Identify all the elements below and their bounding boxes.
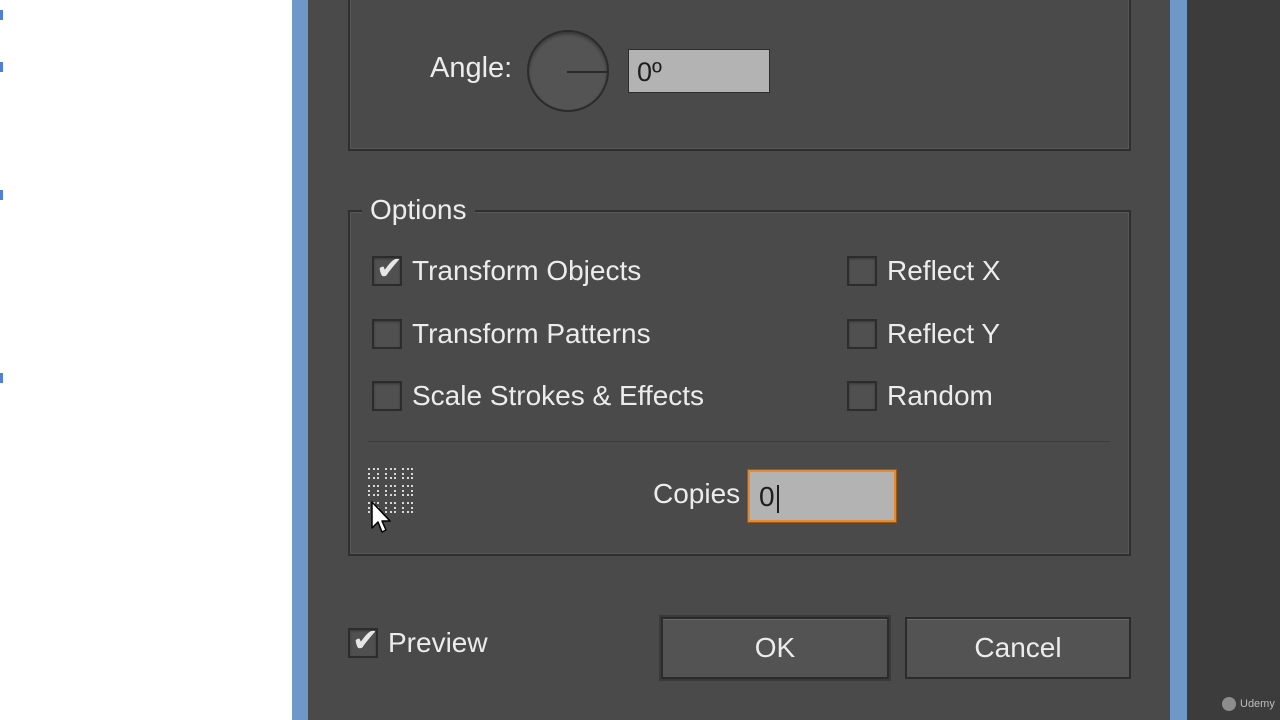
reflect-x-checkbox[interactable] <box>847 256 877 286</box>
angle-input[interactable]: 0º <box>628 49 770 93</box>
checkmark-icon: ✔ <box>352 621 379 659</box>
guide-marker <box>0 10 3 20</box>
artboard-canvas <box>0 0 292 720</box>
copies-label: Copies <box>653 478 741 509</box>
random-checkbox[interactable] <box>847 381 877 411</box>
selection-frame-right <box>1170 0 1187 720</box>
transform-objects-label: Transform Objects <box>412 255 642 286</box>
watermark: Udemy <box>1222 697 1275 711</box>
transform-objects-option[interactable]: ✔ Transform Objects <box>372 252 642 287</box>
copies-input[interactable]: 0 <box>748 470 896 522</box>
transform-patterns-label: Transform Patterns <box>412 318 651 349</box>
cancel-button[interactable]: Cancel <box>905 617 1131 679</box>
random-option[interactable]: Random <box>847 380 993 412</box>
transform-each-dialog: Angle: 0º Options ✔ Transform Objects Tr… <box>308 0 1170 720</box>
scale-strokes-label: Scale Strokes & Effects <box>412 380 705 411</box>
workspace-panel <box>1187 0 1280 720</box>
random-label: Random <box>887 380 993 411</box>
guide-marker <box>0 373 3 383</box>
watermark-text: Udemy <box>1240 698 1275 710</box>
guide-marker <box>0 190 3 200</box>
preview-label: Preview <box>388 627 488 658</box>
options-divider <box>368 441 1110 442</box>
reflect-x-option[interactable]: Reflect X <box>847 255 1001 287</box>
angle-label: Angle: <box>430 52 513 84</box>
reflect-y-option[interactable]: Reflect Y <box>847 318 1000 350</box>
transform-objects-checkbox[interactable]: ✔ <box>372 252 403 286</box>
options-legend: Options <box>362 194 475 226</box>
preview-checkbox[interactable]: ✔ <box>348 624 379 658</box>
guide-marker <box>0 62 3 72</box>
transform-patterns-checkbox[interactable] <box>372 319 402 349</box>
selection-frame-left <box>292 0 308 720</box>
scale-strokes-option[interactable]: Scale Strokes & Effects <box>372 380 704 412</box>
preview-option[interactable]: ✔ Preview <box>348 624 488 659</box>
ok-button[interactable]: OK <box>661 617 889 679</box>
copies-value: 0 <box>759 481 775 512</box>
angle-dial-needle <box>567 71 607 73</box>
reflect-y-checkbox[interactable] <box>847 319 877 349</box>
reflect-y-label: Reflect Y <box>887 318 1001 349</box>
mouse-pointer-icon <box>371 501 391 533</box>
transform-patterns-option[interactable]: Transform Patterns <box>372 318 651 350</box>
text-caret <box>776 484 779 513</box>
checkmark-icon: ✔ <box>376 249 403 287</box>
angle-dial[interactable] <box>527 30 609 112</box>
udemy-logo-icon <box>1222 697 1236 711</box>
reflect-x-label: Reflect X <box>887 255 1001 286</box>
scale-strokes-checkbox[interactable] <box>372 381 402 411</box>
